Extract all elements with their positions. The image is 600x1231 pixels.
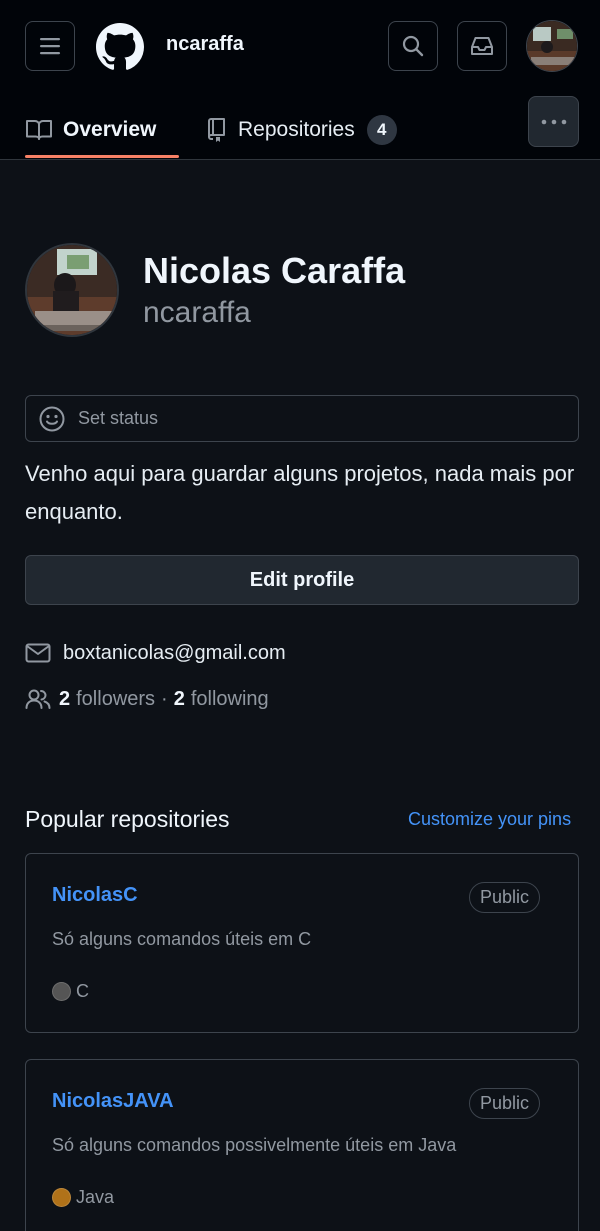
kebab-horizontal-icon — [541, 119, 566, 124]
more-options-button[interactable] — [528, 96, 579, 147]
repo-description: Só alguns comandos úteis em C — [52, 929, 312, 949]
email-row: boxtanicolas@gmail.com — [25, 637, 286, 669]
language-label: Java — [76, 1187, 115, 1207]
edit-profile-button[interactable]: Edit profile — [25, 555, 579, 605]
repo-description: Só alguns comandos possivelmente úteis e… — [52, 1135, 457, 1155]
search-button[interactable] — [388, 21, 438, 71]
header-username[interactable]: ncaraffa — [166, 33, 244, 56]
pinned-repo-card: NicolasJAVA Public Só alguns comandos po… — [25, 1059, 579, 1231]
avatar-photo — [527, 21, 577, 71]
tab-repositories-label: Repositories — [238, 118, 355, 141]
repo-icon — [208, 118, 225, 142]
active-tab-underline — [25, 155, 179, 158]
follow-stats: 2 followers · 2 following — [25, 684, 269, 714]
repositories-count-badge: 4 — [366, 115, 397, 145]
people-icon — [25, 689, 51, 709]
smiley-icon — [39, 406, 65, 431]
following-count: 2 — [173, 687, 185, 710]
search-icon — [402, 35, 424, 57]
profile-login: ncaraffa — [143, 296, 251, 329]
profile-full-name: Nicolas Caraffa — [143, 250, 406, 291]
tab-overview-label: Overview — [63, 118, 157, 141]
repo-language: C — [52, 981, 89, 1002]
profile-bio: Venho aqui para guardar alguns projetos,… — [25, 461, 575, 524]
popular-repositories-heading: Popular repositories — [25, 806, 230, 832]
language-color-dot — [52, 1188, 71, 1207]
profile-email-link[interactable]: boxtanicolas@gmail.com — [63, 642, 286, 665]
language-label: C — [76, 981, 89, 1001]
followers-label: followers — [76, 687, 156, 710]
following-label: following — [190, 687, 269, 710]
set-status-label: Set status — [78, 408, 159, 428]
followers-link[interactable]: 2 followers — [51, 688, 155, 711]
following-link[interactable]: 2 following — [174, 688, 269, 711]
language-color-dot — [52, 982, 71, 1001]
github-logo-icon[interactable] — [96, 23, 144, 71]
pinned-repo-card: NicolasC Public Só alguns comandos úteis… — [25, 853, 579, 1033]
follow-separator: · — [161, 687, 168, 710]
avatar-photo — [27, 245, 117, 335]
top-header: ncaraffa Overview Repositories 4 — [0, 0, 600, 160]
profile-avatar[interactable] — [25, 243, 119, 337]
tab-repositories[interactable]: Repositories 4 — [204, 100, 397, 160]
tab-overview[interactable]: Overview — [25, 100, 179, 160]
customize-pins-link[interactable]: Customize your pins — [408, 809, 571, 830]
inbox-icon — [471, 37, 493, 55]
menu-button[interactable] — [25, 21, 75, 71]
mail-icon — [25, 643, 51, 663]
book-icon — [26, 120, 52, 140]
repo-language: Java — [52, 1187, 114, 1208]
visibility-badge: Public — [468, 1088, 540, 1119]
visibility-badge: Public — [468, 882, 540, 913]
followers-count: 2 — [59, 687, 71, 710]
inbox-button[interactable] — [457, 21, 507, 71]
repo-name-link[interactable]: NicolasC — [52, 884, 138, 907]
set-status-button[interactable]: Set status — [25, 395, 579, 442]
user-avatar-button[interactable] — [526, 20, 578, 72]
hamburger-menu-icon — [40, 38, 60, 55]
repo-name-link[interactable]: NicolasJAVA — [52, 1090, 174, 1113]
